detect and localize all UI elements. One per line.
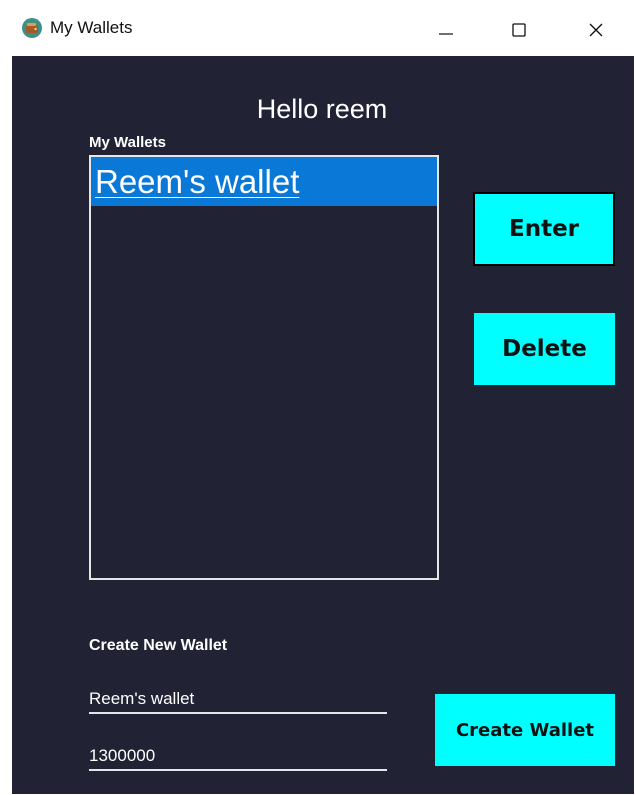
- wallet-amount-input[interactable]: [89, 743, 387, 771]
- maximize-icon: [512, 23, 526, 37]
- greeting-heading: Hello reem: [12, 94, 632, 125]
- close-icon: [589, 23, 603, 37]
- wallet-list-item[interactable]: Reem's wallet: [91, 157, 437, 206]
- wallets-listbox[interactable]: Reem's wallet: [89, 155, 439, 580]
- window-title: My Wallets: [50, 18, 133, 37]
- create-wallet-label: Create New Wallet: [89, 637, 228, 654]
- create-wallet-button[interactable]: Create Wallet: [435, 694, 615, 766]
- greeting-text: Hello reem: [256, 94, 388, 124]
- wallet-app-icon: [22, 18, 42, 38]
- wallet-name-input[interactable]: [89, 686, 387, 714]
- close-button[interactable]: [576, 12, 616, 48]
- wallets-list-label: My Wallets: [89, 134, 166, 151]
- minimize-icon: [439, 33, 453, 35]
- app-window: My Wallets Hello reem My Wallets Reem's …: [0, 0, 636, 795]
- title-bar[interactable]: My Wallets: [0, 0, 636, 56]
- delete-button[interactable]: Delete: [474, 313, 615, 385]
- main-panel: Hello reem My Wallets Reem's wallet Ente…: [12, 56, 634, 794]
- enter-button[interactable]: Enter: [473, 192, 615, 266]
- minimize-button[interactable]: [426, 12, 466, 48]
- maximize-button[interactable]: [499, 12, 539, 48]
